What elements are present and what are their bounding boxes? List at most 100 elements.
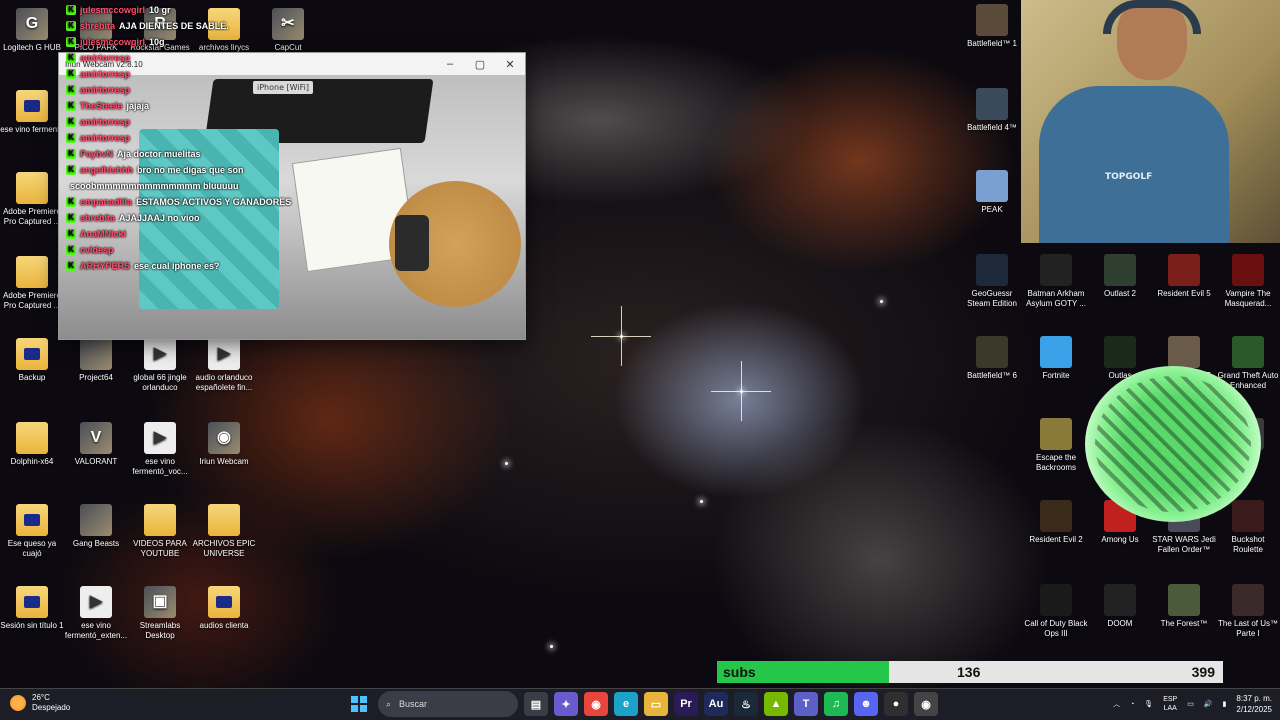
battery-icon[interactable]: ▮ — [1223, 700, 1227, 708]
desktop-icon-espanolete[interactable]: ▶ audio orlanduco españolete fin... — [192, 338, 256, 393]
desktop-icon-peak[interactable]: PEAK — [960, 170, 1024, 215]
resident-evil-7-icon — [1168, 336, 1200, 368]
start-button[interactable] — [346, 691, 372, 717]
desktop-icon-re2[interactable]: Resident Evil 2 — [1024, 500, 1088, 545]
kick-badge-icon: K — [66, 53, 76, 63]
desktop-icon-iriun[interactable]: ◉ Iriun Webcam — [192, 422, 256, 467]
desktop-icon-bf1[interactable]: Battlefield™ 1 — [960, 4, 1024, 49]
desktop-icon-jingle[interactable]: ▶ global 66 jingle orlanduco — [128, 338, 192, 393]
folder-icon — [16, 172, 48, 204]
audition-icon[interactable]: Au — [704, 692, 728, 716]
volume-icon[interactable]: 🔊 — [1204, 700, 1213, 708]
folder-icon — [16, 338, 48, 370]
microphone-icon[interactable]: 🎙 — [1144, 700, 1153, 708]
file-explorer-icon[interactable]: ▤ — [524, 692, 548, 716]
wallpaper-star — [711, 361, 771, 421]
chat-text: ESTAMOS ACTIVOS Y GANADORES — [136, 197, 292, 207]
chat-username: shrebita — [80, 21, 116, 31]
desktop-icon-lastofus[interactable]: The Last of Us™ Parte I — [1216, 584, 1280, 639]
lang-bottom: LAA — [1163, 705, 1177, 712]
maximize-button[interactable]: ▢ — [465, 53, 495, 75]
desktop-icon-esevino[interactable]: ese vino fermentó — [0, 90, 64, 135]
desktop-icon-label: ese vino fermentó_voc... — [132, 457, 188, 476]
subs-goal-label: subs — [723, 664, 756, 680]
kick-badge-icon: K — [66, 117, 76, 127]
desktop-icon-sesion[interactable]: Sesión sin título 1 — [0, 586, 64, 631]
search-box[interactable]: ⌕ Buscar — [378, 691, 518, 717]
desktop-icon-buckshot[interactable]: Buckshot Roulette — [1216, 500, 1280, 555]
desktop-icon-cod[interactable]: Call of Duty Black Ops III — [1024, 584, 1088, 639]
premiere-icon[interactable]: Pr — [674, 692, 698, 716]
desktop-icon-premiere1[interactable]: Adobe Premiere Pro Captured ... — [0, 172, 64, 227]
project64-icon — [80, 338, 112, 370]
desktop-icon-dolphin[interactable]: Dolphin-x64 — [0, 422, 64, 467]
desktop-icon-backup[interactable]: Backup — [0, 338, 64, 383]
doom-icon — [1104, 584, 1136, 616]
desktop-icon-forest[interactable]: The Forest™ — [1152, 584, 1216, 629]
iriun-icon[interactable]: ◉ — [914, 692, 938, 716]
desktop-icon-label: PEAK — [981, 205, 1003, 214]
desktop-icon-vinoexten[interactable]: ▶ ese vino fermentó_exten... — [64, 586, 128, 641]
desktop-icon-queso[interactable]: Ese queso ya cuajó — [0, 504, 64, 559]
desktop-icon-batman[interactable]: Batman Arkham Asylum GOTY ... — [1024, 254, 1088, 309]
folder-icon[interactable]: ▭ — [644, 692, 668, 716]
system-tray: ︿ ◔ 🎙 ESP LAA ▭ 🔊 ▮ 8:37 p. m. 2/12/2025 — [1113, 693, 1272, 715]
steam-icon[interactable]: ♨ — [734, 692, 758, 716]
desktop-icon-label: ARCHIVOS EPIC UNIVERSE — [192, 539, 256, 558]
desktop-icon-doom[interactable]: DOOM — [1088, 584, 1152, 629]
desktop-icon-fortnite[interactable]: Fortnite — [1024, 336, 1088, 381]
spotify-icon[interactable]: ♫ — [824, 692, 848, 716]
desktop-icon-vampire[interactable]: Vampire The Masquerad... — [1216, 254, 1280, 309]
desktop-icon-bf6[interactable]: Battlefield™ 6 — [960, 336, 1024, 381]
desktop-icon-bf4[interactable]: Battlefield 4™ — [960, 88, 1024, 133]
copilot-icon[interactable]: ✦ — [554, 692, 578, 716]
edge-icon[interactable]: e — [614, 692, 638, 716]
desktop-icon-epic[interactable]: ARCHIVOS EPIC UNIVERSE — [192, 504, 256, 559]
desktop-icon-streamlabs[interactable]: ▣ Streamlabs Desktop — [128, 586, 192, 641]
close-button[interactable]: ✕ — [495, 53, 525, 75]
desktop-icon-outlast2[interactable]: Outlast 2 — [1088, 254, 1152, 299]
chat-message: Kangelhishhh bro no me digas que son — [66, 162, 336, 178]
kick-badge-icon: K — [66, 245, 76, 255]
chat-text: jajaja — [126, 101, 150, 111]
minimize-button[interactable]: – — [435, 53, 465, 75]
discord-icon[interactable]: ☻ — [854, 692, 878, 716]
desktop-icon-premiere2[interactable]: Adobe Premiere Pro Captured ... — [0, 256, 64, 311]
nvidia-icon[interactable]: ▲ — [764, 692, 788, 716]
clock[interactable]: 8:37 p. m. 2/12/2025 — [1236, 693, 1272, 715]
desktop-icon-videosyt[interactable]: VIDEOS PARA YOUTUBE — [128, 504, 192, 559]
chat-username: cvidesp — [80, 245, 114, 255]
escape-backrooms-icon — [1040, 418, 1072, 450]
desktop-icon-vinovoc[interactable]: ▶ ese vino fermentó_voc... — [128, 422, 192, 477]
chat-username: amirtorresp — [80, 117, 131, 127]
desktop-icon-geo[interactable]: GeoGuessr Steam Edition — [960, 254, 1024, 309]
desktop-icon-label: global 66 jingle orlanduco — [133, 373, 187, 392]
chat-username: amirtorresp — [80, 69, 131, 79]
desktop-icon-valorant[interactable]: V VALORANT — [64, 422, 128, 467]
desktop-icon-project64[interactable]: Project64 — [64, 338, 128, 383]
desktop-icon-audioscli[interactable]: audios clienta — [192, 586, 256, 631]
search-placeholder: Buscar — [399, 699, 428, 709]
weather-desc: Despejado — [32, 703, 71, 712]
peak-icon — [976, 170, 1008, 202]
network-icon[interactable]: ◔ — [1130, 701, 1134, 708]
chevron-up-icon[interactable]: ︿ — [1113, 699, 1120, 709]
desktop-icon-escape[interactable]: Escape the Backrooms — [1024, 418, 1088, 473]
kick-badge-icon: K — [66, 21, 76, 31]
desktop-icon-gangbeasts[interactable]: Gang Beasts — [64, 504, 128, 549]
desktop-icon-logitech[interactable]: G Logitech G HUB — [0, 8, 64, 53]
chat-message: K ARHYPERS ese cual iphone es? — [66, 258, 336, 274]
desktop-icon-label: Vampire The Masquerad... — [1224, 289, 1272, 308]
chat-message: K AnaMNicki — [66, 226, 336, 242]
weather-widget[interactable]: 26°C Despejado — [10, 693, 70, 713]
weather-temp: 26°C — [32, 693, 50, 702]
language-indicator[interactable]: ESP LAA — [1163, 695, 1177, 713]
desktop-icon-label: Gang Beasts — [72, 539, 120, 548]
obs-icon[interactable]: ● — [884, 692, 908, 716]
last-of-us-icon — [1232, 584, 1264, 616]
desktop-icon-re5[interactable]: Resident Evil 5 — [1152, 254, 1216, 299]
chrome-icon[interactable]: ◉ — [584, 692, 608, 716]
display-icon[interactable]: ▭ — [1187, 700, 1194, 708]
fortnite-icon — [1040, 336, 1072, 368]
teams-icon[interactable]: T — [794, 692, 818, 716]
